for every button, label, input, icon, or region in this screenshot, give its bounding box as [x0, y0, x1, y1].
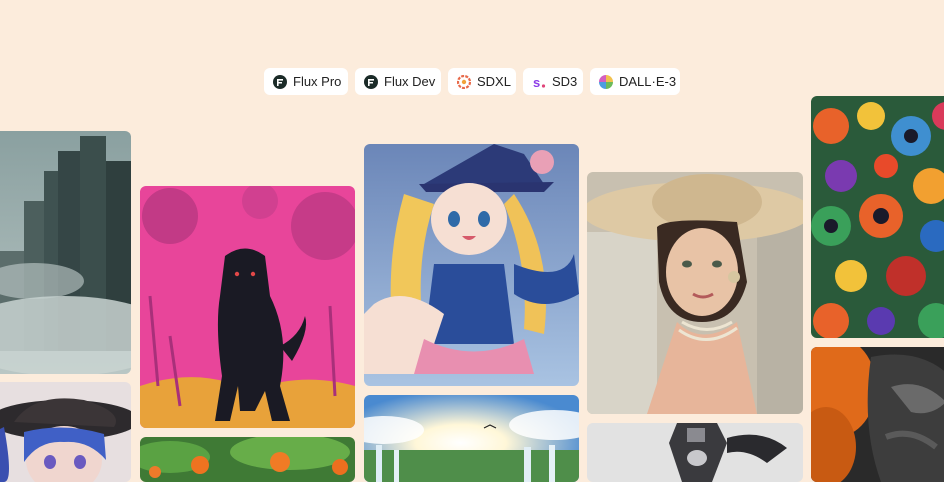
- svg-text:s: s: [533, 75, 540, 89]
- gallery-image-orange-flowers[interactable]: [140, 437, 355, 482]
- dalle-logo-icon: [599, 74, 613, 89]
- model-chip-label: SD3: [552, 74, 578, 89]
- sd3-logo-icon: s: [532, 75, 546, 90]
- model-chip-label: DALL·E-3: [619, 74, 677, 89]
- model-chip-flux-dev[interactable]: Flux Dev: [355, 68, 441, 95]
- gallery-image-anime-magician-girl[interactable]: [364, 144, 579, 386]
- gallery-image-black-panther[interactable]: [140, 186, 355, 428]
- flux-logo-icon: [273, 74, 287, 89]
- model-chip-flux-pro[interactable]: Flux Pro: [264, 68, 348, 95]
- gallery-image-foggy-castle[interactable]: [0, 131, 131, 374]
- model-chip-label: Flux Dev: [384, 74, 436, 89]
- model-chip-dalle-3[interactable]: DALL·E-3: [590, 68, 680, 95]
- gallery-image-waterfalls[interactable]: [364, 395, 579, 482]
- model-chip-label: Flux Pro: [293, 74, 342, 89]
- gallery-image-chrome-robot[interactable]: [587, 423, 803, 482]
- gallery-image-anime-girl-blue-hair[interactable]: [0, 382, 131, 482]
- model-filter-bar: Flux Pro Flux Dev SDXL s SD3 DALL·E-3: [0, 68, 944, 96]
- model-chip-label: SDXL: [477, 74, 511, 89]
- gallery-image-psychedelic-pattern[interactable]: [811, 96, 944, 338]
- gallery-image-vintage-woman[interactable]: [587, 172, 803, 414]
- model-chip-sd3[interactable]: s SD3: [523, 68, 583, 95]
- sdxl-logo-icon: [456, 74, 472, 89]
- gallery-image-dark-figure-orange-smoke[interactable]: [811, 347, 944, 482]
- model-chip-sdxl[interactable]: SDXL: [448, 68, 516, 95]
- flux-logo-icon: [364, 74, 378, 89]
